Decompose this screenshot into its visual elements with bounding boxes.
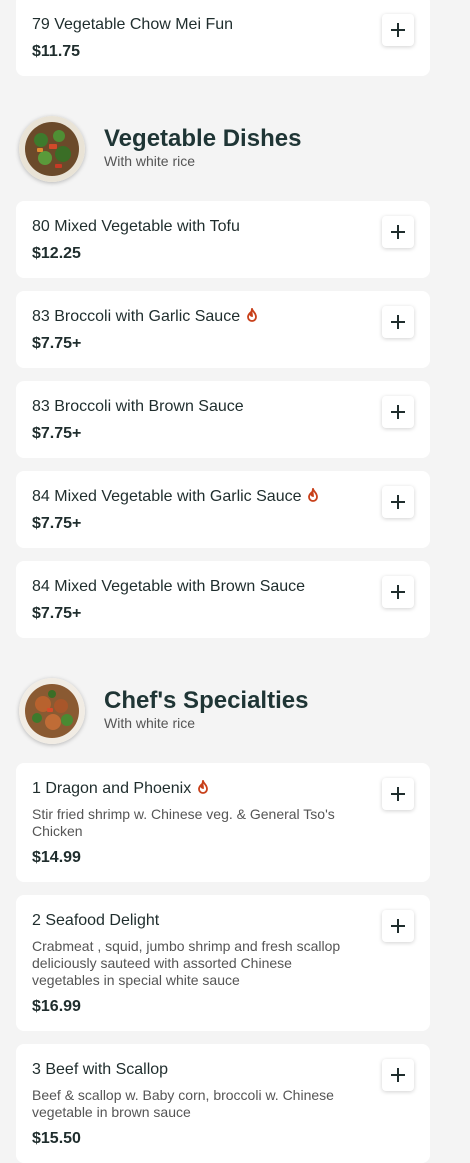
add-item-button[interactable] [382,910,414,942]
plus-icon [391,787,405,801]
item-name: 84 Mixed Vegetable with Brown Sauce [32,578,306,595]
menu-item-card[interactable]: 83 Broccoli with Brown Sauce $7.75+ [16,381,430,458]
item-name: 83 Broccoli with Brown Sauce [32,398,244,415]
menu-item-card[interactable]: 1 Dragon and Phoenix Stir fried shrimp w… [16,763,430,882]
menu-item-card[interactable]: 80 Mixed Vegetable with Tofu $12.25 [16,201,430,278]
fire-icon [308,488,319,502]
item-price: $7.75+ [32,515,82,532]
item-description: Stir fried shrimp w. Chinese veg. & Gene… [32,806,335,839]
menu-item-card[interactable]: 2 Seafood Delight Crabmeat , squid, jumb… [16,895,430,1031]
item-name: 79 Vegetable Chow Mei Fun [32,16,234,33]
add-item-button[interactable] [382,778,414,810]
category-subtitle: With white rice [104,715,196,731]
plus-icon [391,225,405,239]
item-description: Beef & scallop w. Baby corn, broccoli w.… [32,1087,334,1120]
add-item-button[interactable] [382,486,414,518]
item-name: 83 Broccoli with Garlic Sauce [32,308,241,325]
category-photo [19,116,85,182]
category-title: Vegetable Dishes [104,125,302,152]
item-name: 80 Mixed Vegetable with Tofu [32,218,240,235]
category-subtitle: With white rice [104,153,196,169]
item-price: $7.75+ [32,425,82,442]
add-item-button[interactable] [382,396,414,428]
item-description: Crabmeat , squid, jumbo shrimp and fresh… [32,938,341,988]
add-item-button[interactable] [382,216,414,248]
chicken-broccoli-photo [19,678,85,744]
plus-icon [391,919,405,933]
menu-item-card[interactable]: 3 Beef with Scallop Beef & scallop w. Ba… [16,1044,430,1163]
item-name: 2 Seafood Delight [32,912,160,929]
fire-icon [247,308,257,322]
item-price: $7.75+ [32,605,82,622]
stir-fry-vegetables-photo [19,116,85,182]
plus-icon [391,405,405,419]
plus-icon [391,585,405,599]
plus-icon [391,315,405,329]
item-name-row: 84 Mixed Vegetable with Garlic Sauce [32,488,319,506]
item-price: $7.75+ [32,335,82,352]
add-item-button[interactable] [382,576,414,608]
menu-item-card[interactable]: 84 Mixed Vegetable with Garlic Sauce $7.… [16,471,430,548]
add-item-button[interactable] [382,1059,414,1091]
category-title: Chef's Specialties [104,687,309,714]
add-item-button[interactable] [382,14,414,46]
item-name: 84 Mixed Vegetable with Garlic Sauce [32,488,302,505]
fire-icon [198,780,209,794]
plus-icon [391,495,405,509]
item-price: $16.99 [32,998,81,1015]
item-name: 3 Beef with Scallop [32,1061,169,1078]
menu-item-card[interactable]: 79 Vegetable Chow Mei Fun $11.75 [16,0,430,76]
add-item-button[interactable] [382,306,414,338]
menu-item-card[interactable]: 83 Broccoli with Garlic Sauce $7.75+ [16,291,430,368]
item-price: $11.75 [32,43,81,60]
item-price: $15.50 [32,1130,81,1147]
plus-icon [391,23,405,37]
plus-icon [391,1068,405,1082]
item-name: 1 Dragon and Phoenix [32,780,192,797]
item-name-row: 83 Broccoli with Garlic Sauce [32,308,258,326]
menu-item-card[interactable]: 84 Mixed Vegetable with Brown Sauce $7.7… [16,561,430,638]
item-price: $14.99 [32,849,81,866]
category-photo [19,678,85,744]
item-name-row: 1 Dragon and Phoenix [32,780,209,798]
item-price: $12.25 [32,245,81,262]
